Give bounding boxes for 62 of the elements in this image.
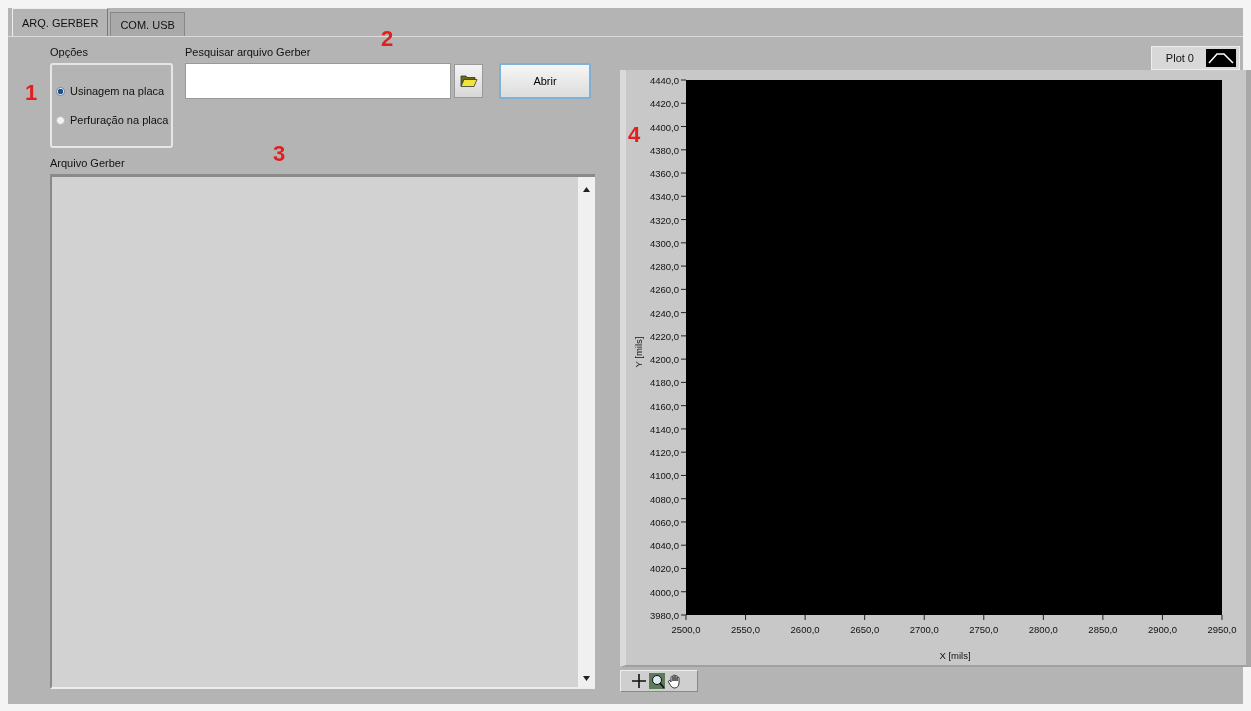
- radio-label[interactable]: Perfuração na placa: [70, 114, 169, 126]
- scroll-down-icon[interactable]: [583, 676, 590, 681]
- tick-label: 4080,0: [649, 493, 679, 505]
- annotation-number: 4: [628, 122, 641, 148]
- tick-label: 4220,0: [649, 330, 679, 342]
- crosshair-icon[interactable]: [631, 673, 647, 689]
- tick-label: 4140,0: [649, 423, 679, 435]
- hand-icon[interactable]: [667, 673, 683, 689]
- tick-label: 4360,0: [649, 168, 679, 180]
- text-area-label: Arquivo Gerber: [50, 156, 126, 170]
- open-button[interactable]: Abrir: [499, 63, 591, 99]
- tick-label: 4400,0: [649, 121, 679, 133]
- annotation-number: 2: [381, 26, 394, 52]
- folder-icon: [459, 74, 478, 88]
- tick-label: 4180,0: [649, 377, 679, 389]
- tick-label: 2700,0: [909, 624, 939, 635]
- line-plot-icon: [1206, 49, 1236, 67]
- tick-label: 4160,0: [649, 400, 679, 412]
- axis-title: Y [mils]: [633, 336, 644, 368]
- radio-button[interactable]: [56, 86, 65, 96]
- options-label: Opções: [50, 45, 89, 59]
- tick-label: 2850,0: [1088, 624, 1118, 635]
- tab[interactable]: COM. USB: [110, 12, 185, 36]
- tick-label: 4100,0: [649, 470, 679, 482]
- tick-label: 4300,0: [649, 237, 679, 249]
- tick-label: 4120,0: [649, 447, 679, 459]
- tick-label: 2550,0: [731, 624, 761, 635]
- tick-label: 4200,0: [649, 354, 679, 366]
- annotation-number: 1: [25, 80, 38, 106]
- tick-label: 4060,0: [649, 516, 679, 528]
- radio-label[interactable]: Usinagem na placa: [70, 85, 165, 97]
- tick-label: 4260,0: [649, 284, 679, 296]
- tick-label: 4040,0: [649, 540, 679, 552]
- annotation-number: 3: [273, 141, 286, 167]
- tick-label: 2900,0: [1147, 624, 1177, 635]
- tick-label: 4280,0: [649, 261, 679, 273]
- tick-label: 2750,0: [969, 624, 999, 635]
- tick-label: 4020,0: [649, 563, 679, 575]
- tick-label: 2800,0: [1028, 624, 1058, 635]
- tick-label: 2500,0: [671, 624, 701, 635]
- tick-label: 4000,0: [649, 586, 679, 598]
- tick-label: 4340,0: [649, 191, 679, 203]
- tick-label: 2650,0: [850, 624, 880, 635]
- legend-label: Plot 0: [1165, 52, 1194, 64]
- tick-label: 3980,0: [649, 610, 679, 621]
- plot-legend[interactable]: Plot 0: [1150, 46, 1240, 70]
- axis-title: X [mils]: [939, 650, 971, 661]
- tick-label: 4440,0: [649, 75, 679, 86]
- tick-label: 4380,0: [649, 144, 679, 156]
- tab[interactable]: ARQ. GERBER: [12, 8, 109, 36]
- tick-label: 2600,0: [790, 624, 820, 635]
- browse-button[interactable]: [454, 64, 483, 98]
- radio-button[interactable]: [56, 115, 65, 125]
- tick-label: 2950,0: [1207, 624, 1237, 635]
- tick-label: 4240,0: [649, 307, 679, 319]
- tick-label: 4420,0: [649, 98, 679, 110]
- file-path-field[interactable]: [185, 63, 451, 99]
- scrollbar[interactable]: [578, 177, 595, 687]
- search-label: Pesquisar arquivo Gerber: [185, 45, 312, 59]
- tick-label: 4320,0: [649, 214, 679, 226]
- scroll-up-icon[interactable]: [583, 187, 590, 192]
- zoom-icon[interactable]: [649, 673, 665, 689]
